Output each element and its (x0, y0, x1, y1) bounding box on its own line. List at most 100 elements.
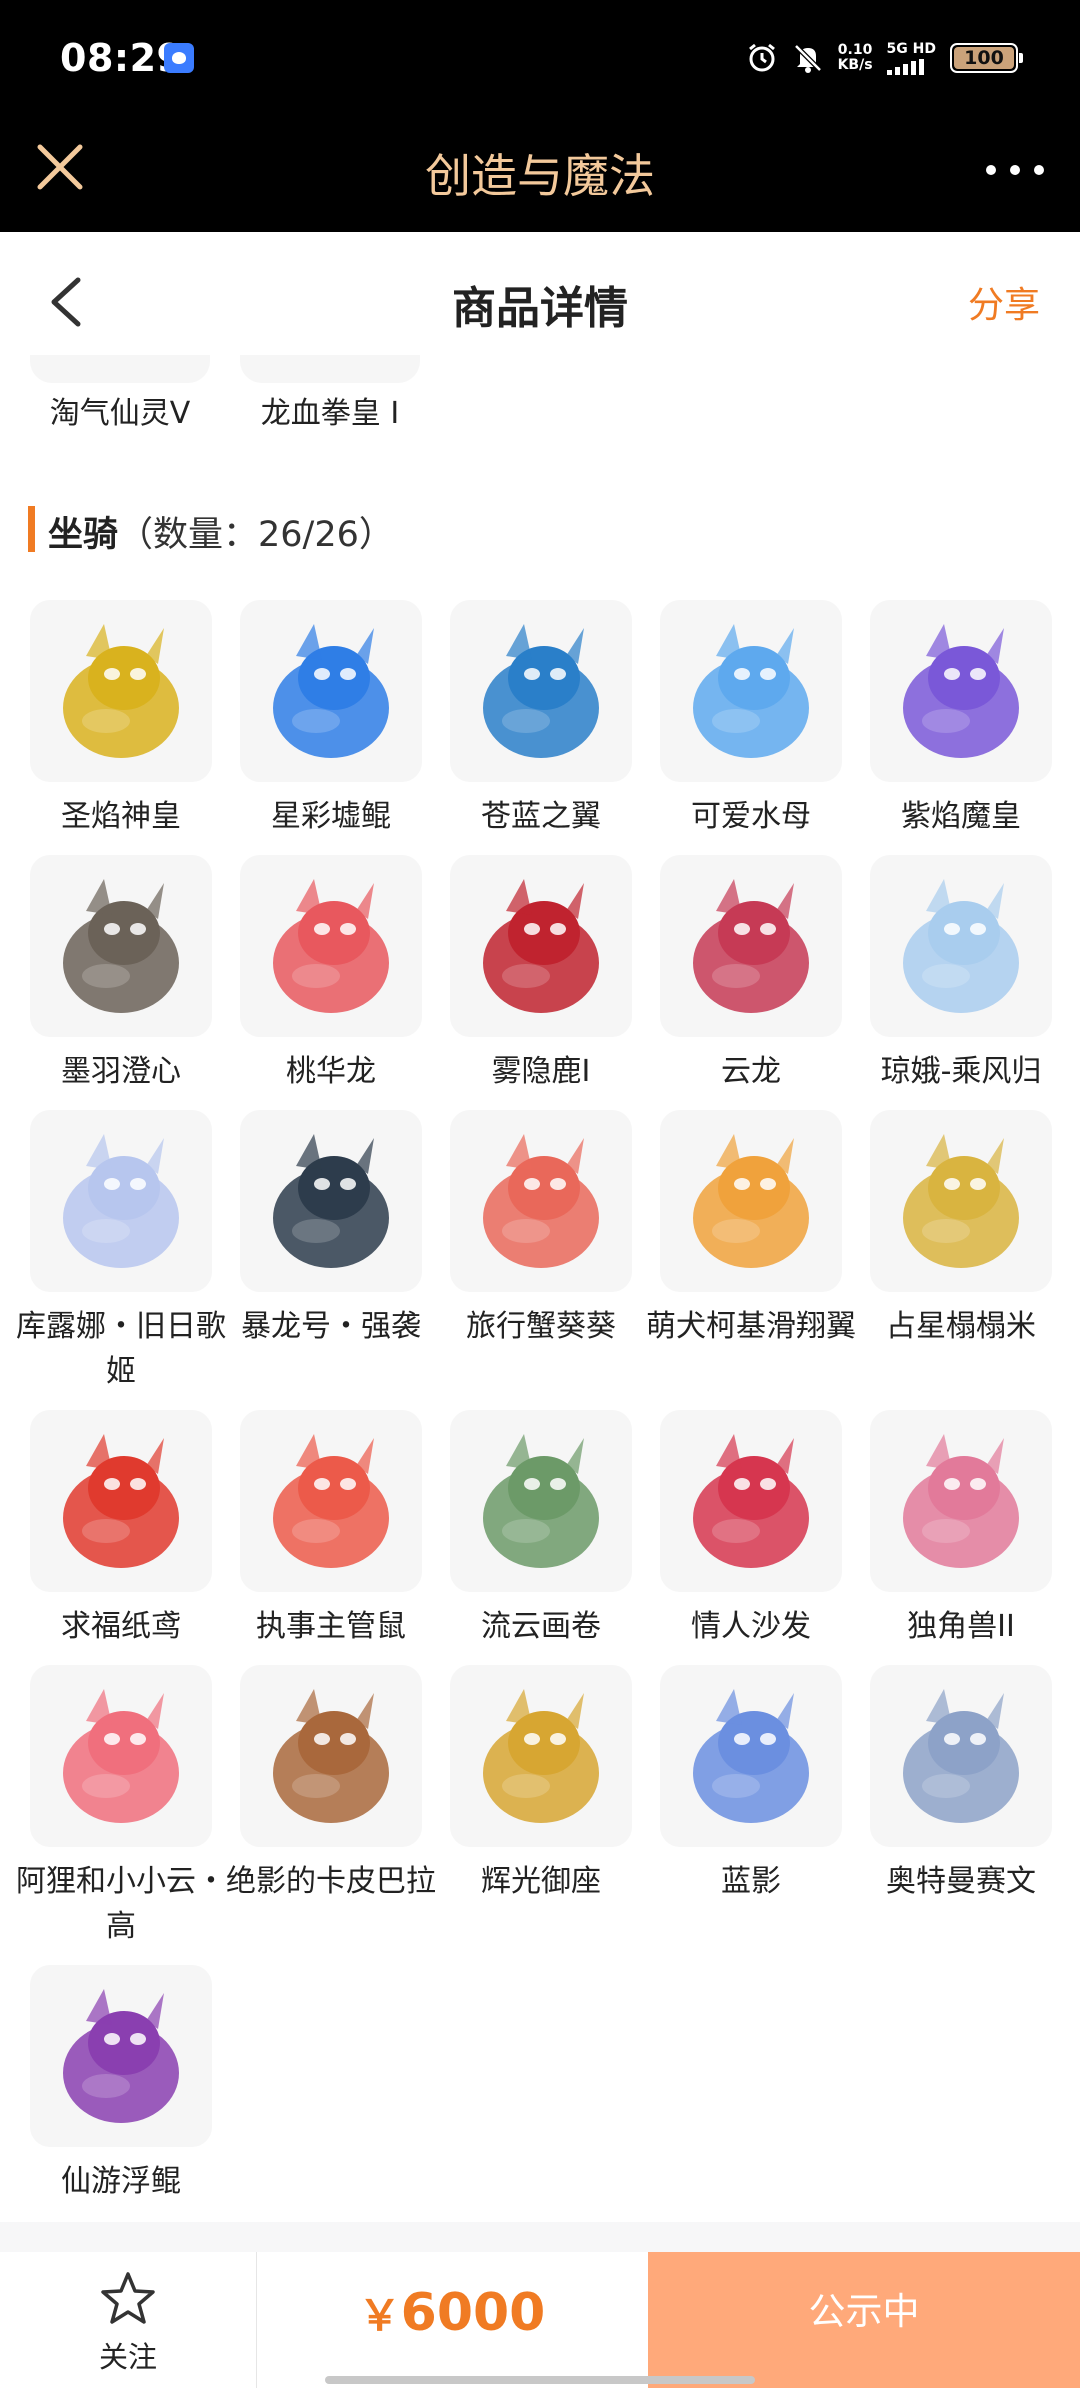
mount-thumbnail[interactable] (30, 1665, 212, 1847)
mount-name: 绝影的卡皮巴拉 (226, 1864, 436, 1899)
mount-thumbnail[interactable] (450, 1665, 632, 1847)
mount-item[interactable]: 执事主管鼠 (240, 1410, 422, 1644)
mount-image-icon (273, 1434, 389, 1568)
mount-thumbnail[interactable] (240, 600, 422, 782)
mount-name: 苍蓝之翼 (481, 799, 601, 834)
mount-item[interactable]: 奥特曼赛文 (870, 1665, 1052, 1899)
mount-item[interactable]: 情人沙发 (660, 1410, 842, 1644)
bottom-bar: 关注 ￥6000 公示中 (0, 2252, 1080, 2388)
bottom-separator (0, 2222, 1080, 2252)
mount-image-icon (63, 879, 179, 1013)
mount-image-icon (693, 624, 809, 758)
mount-name: 紫焰魔皇 (901, 799, 1021, 834)
home-indicator (325, 2376, 755, 2384)
mount-image-icon (63, 624, 179, 758)
mount-name: 占星榻榻米 (886, 1309, 1036, 1344)
mount-item[interactable]: 紫焰魔皇 (870, 600, 1052, 834)
mount-item[interactable]: 独角兽II (870, 1410, 1052, 1644)
mount-name: 墨羽澄心 (61, 1054, 181, 1089)
mount-item[interactable]: 暴龙号・强袭 (240, 1110, 422, 1344)
mount-thumbnail[interactable] (240, 1110, 422, 1292)
mount-item[interactable]: 辉光御座 (450, 1665, 632, 1899)
mount-thumbnail[interactable] (660, 1110, 842, 1292)
mount-image-icon (63, 1134, 179, 1268)
mount-thumbnail[interactable] (30, 855, 212, 1037)
mount-grid: 圣焰神皇 星彩墟鲲 苍蓝之翼 可爱水母 紫焰魔皇墨羽澄心 桃华龙 雾隐鹿I 云龙 琼娥-乘风归库… (0, 0, 1080, 2388)
mount-thumbnail[interactable] (450, 600, 632, 782)
mount-item[interactable]: 雾隐鹿I (450, 855, 632, 1089)
mount-image-icon (273, 879, 389, 1013)
mount-item[interactable]: 绝影的卡皮巴拉 (226, 1665, 436, 1899)
mount-image-icon (483, 624, 599, 758)
mount-thumbnail[interactable] (660, 600, 842, 782)
mount-item[interactable]: 云龙 (660, 855, 842, 1089)
mount-thumbnail[interactable] (240, 1410, 422, 1592)
mount-image-icon (63, 1689, 179, 1823)
mount-thumbnail[interactable] (870, 600, 1052, 782)
mount-thumbnail[interactable] (450, 1410, 632, 1592)
mount-item[interactable]: 仙游浮鲲 (30, 1965, 212, 2199)
mount-thumbnail[interactable] (240, 855, 422, 1037)
mount-image-icon (273, 1134, 389, 1268)
mount-name: 执事主管鼠 (256, 1609, 406, 1644)
mount-name: 辉光御座 (481, 1864, 601, 1899)
mount-thumbnail[interactable] (870, 1410, 1052, 1592)
mount-image-icon (903, 1689, 1019, 1823)
mount-item[interactable]: 墨羽澄心 (30, 855, 212, 1089)
mount-image-icon (903, 1134, 1019, 1268)
mount-item[interactable]: 求福纸鸢 (30, 1410, 212, 1644)
mount-name: 情人沙发 (691, 1609, 811, 1644)
mount-image-icon (693, 879, 809, 1013)
mount-item[interactable]: 蓝影 (660, 1665, 842, 1899)
mount-thumbnail[interactable] (450, 1110, 632, 1292)
mount-name: 可爱水母 (691, 799, 811, 834)
mount-name: 仙游浮鲲 (61, 2164, 181, 2199)
mount-item[interactable]: 流云画卷 (450, 1410, 632, 1644)
mount-name: 阿狸和小小云・高 (16, 1864, 226, 1944)
mount-item[interactable]: 苍蓝之翼 (450, 600, 632, 834)
mount-item[interactable]: 阿狸和小小云・高 (16, 1665, 226, 1944)
mount-item[interactable]: 桃华龙 (240, 855, 422, 1089)
price-currency: ￥ (358, 2291, 401, 2340)
mount-thumbnail[interactable] (30, 1410, 212, 1592)
price-value: 6000 (400, 2283, 546, 2343)
mount-image-icon (903, 879, 1019, 1013)
mount-name: 暴龙号・强袭 (241, 1309, 421, 1344)
mount-item[interactable]: 星彩墟鲲 (240, 600, 422, 834)
mount-name: 奥特曼赛文 (886, 1864, 1036, 1899)
mount-item[interactable]: 库露娜・旧日歌姬 (16, 1110, 226, 1389)
mount-name: 雾隐鹿I (491, 1054, 591, 1089)
mount-image-icon (693, 1689, 809, 1823)
mount-image-icon (273, 624, 389, 758)
mount-item[interactable]: 琼娥-乘风归 (870, 855, 1052, 1089)
price: ￥6000 (257, 2282, 647, 2343)
mount-image-icon (693, 1134, 809, 1268)
mount-item[interactable]: 萌犬柯基滑翔翼 (646, 1110, 856, 1344)
mount-item[interactable]: 旅行蟹葵葵 (450, 1110, 632, 1344)
mount-thumbnail[interactable] (240, 1665, 422, 1847)
mount-name: 独角兽II (907, 1609, 1015, 1644)
mount-thumbnail[interactable] (660, 1665, 842, 1847)
mount-thumbnail[interactable] (870, 855, 1052, 1037)
star-icon (101, 2272, 155, 2324)
mount-thumbnail[interactable] (30, 1965, 212, 2147)
mount-thumbnail[interactable] (450, 855, 632, 1037)
mount-name: 萌犬柯基滑翔翼 (646, 1309, 856, 1344)
mount-image-icon (483, 879, 599, 1013)
mount-name: 琼娥-乘风归 (880, 1054, 1042, 1089)
mount-thumbnail[interactable] (30, 1110, 212, 1292)
mount-name: 蓝影 (721, 1864, 781, 1899)
mount-name: 流云画卷 (481, 1609, 601, 1644)
mount-thumbnail[interactable] (870, 1110, 1052, 1292)
mount-name: 库露娜・旧日歌姬 (16, 1309, 226, 1389)
mount-item[interactable]: 圣焰神皇 (30, 600, 212, 834)
mount-thumbnail[interactable] (30, 600, 212, 782)
mount-item[interactable]: 可爱水母 (660, 600, 842, 834)
mount-thumbnail[interactable] (660, 855, 842, 1037)
mount-item[interactable]: 占星榻榻米 (870, 1110, 1052, 1344)
mount-thumbnail[interactable] (870, 1665, 1052, 1847)
status-button[interactable]: 公示中 (648, 2252, 1080, 2388)
mount-image-icon (693, 1434, 809, 1568)
follow-button[interactable]: 关注 (0, 2252, 257, 2388)
mount-thumbnail[interactable] (660, 1410, 842, 1592)
